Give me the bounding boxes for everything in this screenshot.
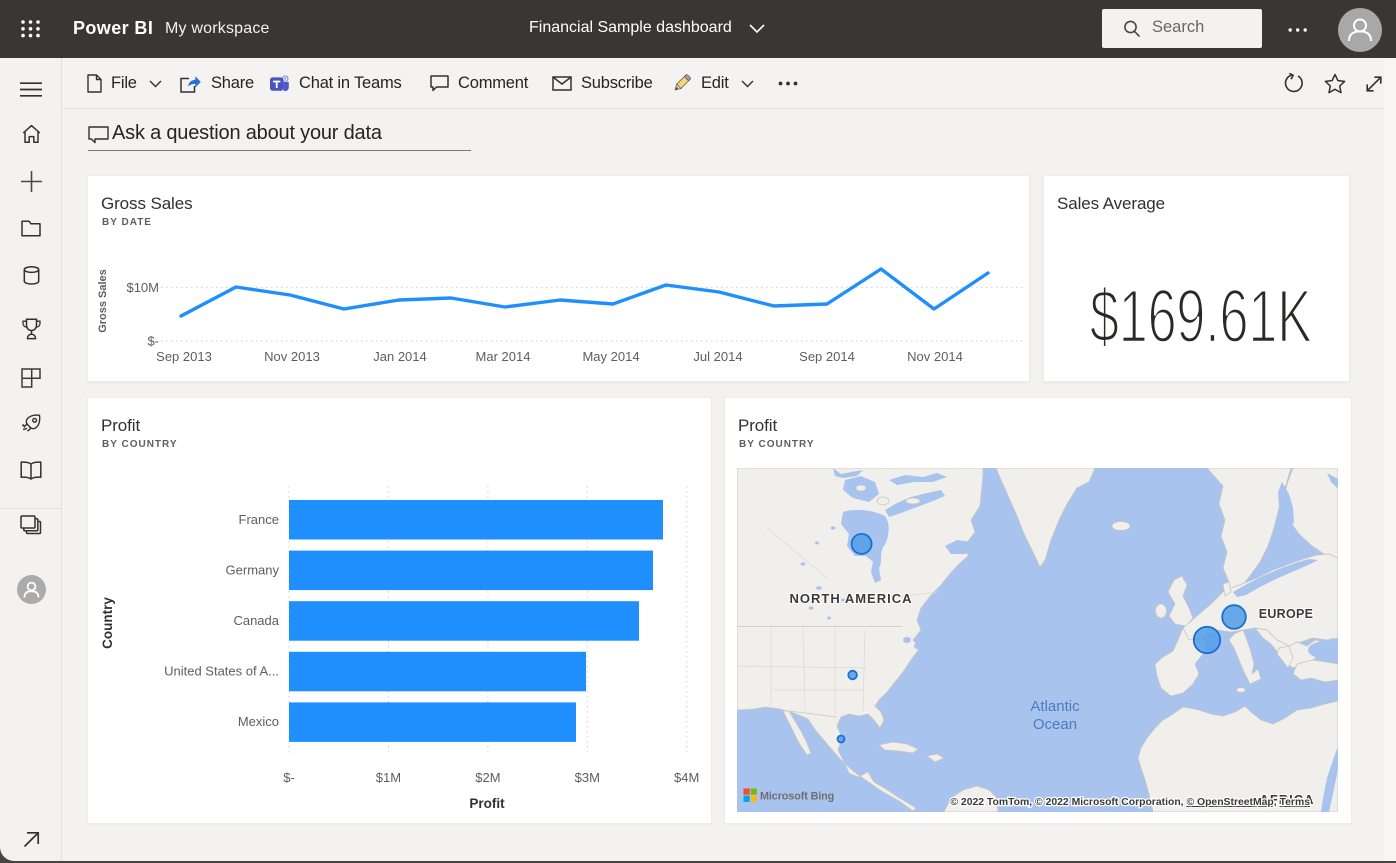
svg-text:Nov 2013: Nov 2013 xyxy=(264,349,320,364)
svg-text:Sep 2013: Sep 2013 xyxy=(156,349,212,364)
svg-text:Jan 2014: Jan 2014 xyxy=(373,349,427,364)
svg-text:Mar 2014: Mar 2014 xyxy=(476,349,531,364)
svg-text:© 2022 TomTom, © 2022 Microsof: © 2022 TomTom, © 2022 Microsoft Corporat… xyxy=(950,797,1310,808)
svg-text:May 2014: May 2014 xyxy=(582,349,639,364)
svg-text:Profit: Profit xyxy=(469,796,505,811)
svg-text:$-: $- xyxy=(283,770,295,785)
svg-text:Canada: Canada xyxy=(233,613,279,628)
svg-text:Country: Country xyxy=(100,597,115,649)
svg-text:United States of A...: United States of A... xyxy=(164,664,279,679)
svg-text:$10M: $10M xyxy=(126,280,159,295)
svg-text:$4M: $4M xyxy=(674,770,699,785)
svg-text:Gross Sales: Gross Sales xyxy=(97,269,109,333)
svg-text:Ocean: Ocean xyxy=(1033,716,1077,733)
svg-text:NORTH AMERICA: NORTH AMERICA xyxy=(789,591,912,606)
svg-text:Mexico: Mexico xyxy=(238,714,279,729)
svg-text:Atlantic: Atlantic xyxy=(1030,698,1080,715)
svg-text:$1M: $1M xyxy=(376,770,401,785)
svg-text:France: France xyxy=(239,512,279,527)
svg-text:$-: $- xyxy=(147,334,159,349)
svg-text:$3M: $3M xyxy=(575,770,600,785)
svg-text:EUROPE: EUROPE xyxy=(1259,607,1314,621)
svg-text:Sep 2014: Sep 2014 xyxy=(799,349,855,364)
svg-text:Microsoft Bing: Microsoft Bing xyxy=(760,791,834,803)
svg-text:$2M: $2M xyxy=(475,770,500,785)
svg-text:Germany: Germany xyxy=(226,563,280,578)
svg-text:Nov 2014: Nov 2014 xyxy=(907,349,963,364)
svg-text:Jul 2014: Jul 2014 xyxy=(693,349,742,364)
